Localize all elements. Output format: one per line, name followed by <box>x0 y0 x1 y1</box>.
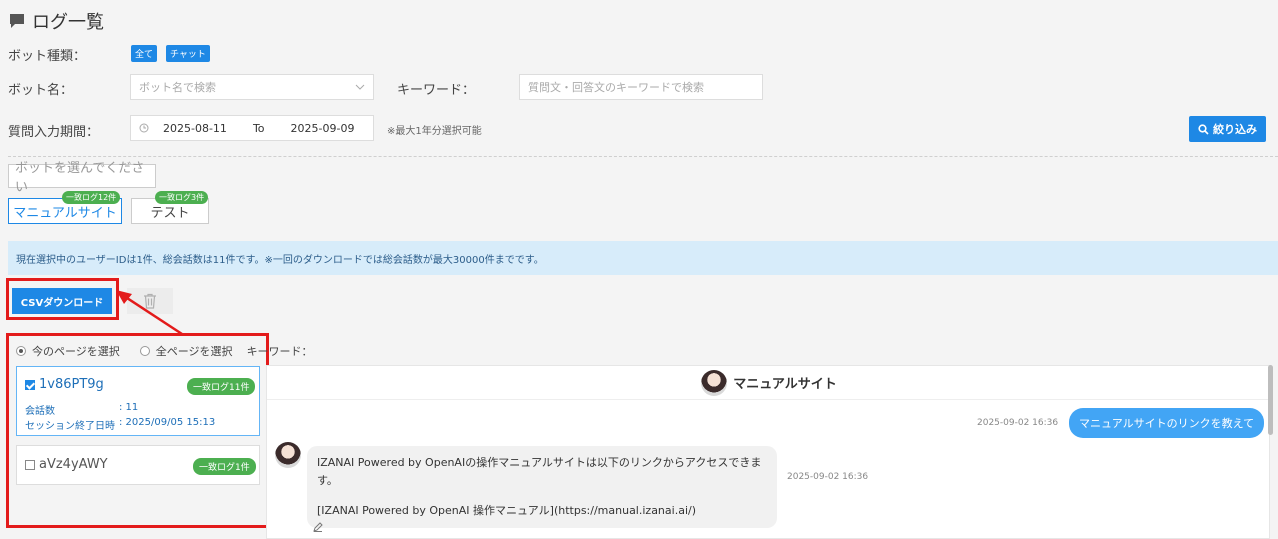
radio-current-page[interactable] <box>16 346 26 356</box>
session-match-badge: 一致ログ1件 <box>193 458 256 475</box>
info-bar: 現在選択中のユーザーIDは1件、総会話数は11件です。※一回のダウンロードでは総… <box>8 241 1278 275</box>
session-checkbox[interactable] <box>25 379 35 390</box>
bot-message-line: [IZANAI Powered by OpenAI 操作マニュアル](https… <box>317 504 696 517</box>
bot-match-badge: 一致ログ12件 <box>62 191 121 204</box>
session-id-row: 1v86PT9g <box>25 377 104 392</box>
bot-select-prompt: ボットを選んでください <box>8 161 156 195</box>
edit-icon[interactable] <box>313 522 323 532</box>
session-id-row: aVz4yAWY <box>25 457 108 472</box>
bot-name-select[interactable]: ボット名で検索 <box>130 74 374 100</box>
selection-keyword-label: キーワード： <box>246 345 313 358</box>
session-id: 1v86PT9g <box>39 377 104 392</box>
user-message-bubble: マニュアルサイトのリンクを教えて <box>1069 408 1265 438</box>
period-note: ※最大1年分選択可能 <box>387 126 482 137</box>
radio-current-page-label: 今のページを選択 <box>32 345 120 358</box>
message-timestamp: 2025-09-02 16:36 <box>977 418 1059 428</box>
bot-message-bubble: IZANAI Powered by OpenAIの操作マニュアルサイトは以下のリ… <box>307 446 777 528</box>
period-label: 質問入力期間： <box>8 125 100 140</box>
bot-name-placeholder: ボット名で検索 <box>139 81 216 94</box>
date-to-label: To <box>252 121 265 135</box>
session-end-label: セッション終了日時 <box>25 421 115 432</box>
filter-search-button[interactable]: 絞り込み <box>1189 116 1266 142</box>
message-timestamp: 2025-09-02 16:36 <box>787 472 869 482</box>
bot-name-label: ボット名： <box>8 83 74 98</box>
session-match-badge: 一致ログ11件 <box>187 378 256 395</box>
divider <box>8 156 1278 157</box>
bot-type-tag-all[interactable]: 全て <box>131 45 158 62</box>
bot-message-line: IZANAI Powered by OpenAIの操作マニュアルサイトは以下のリ… <box>317 456 762 487</box>
chevron-down-icon <box>355 84 365 90</box>
page-title-text: ログ一覧 <box>32 12 104 33</box>
chat-bubble-icon <box>10 14 24 28</box>
annotation-arrow <box>116 290 183 336</box>
chat-panel: マニュアルサイト 2025-09-02 16:36 マニュアルサイトのリンクを教… <box>266 365 1271 539</box>
bot-type-label: ボット種類： <box>8 49 87 64</box>
session-card[interactable]: aVz4yAWY 一致ログ1件 <box>16 445 260 485</box>
date-to: 2025-09-09 <box>290 121 355 135</box>
bot-type-tag-chat[interactable]: チャット <box>166 45 210 62</box>
date-range-input[interactable]: 2025-08-11 To 2025-09-09 <box>130 115 374 141</box>
session-count-value: : 11 <box>119 402 139 413</box>
page-title: ログ一覧 <box>8 8 104 34</box>
selection-row: 今のページを選択 全ページを選択 キーワード： <box>16 343 313 359</box>
radio-all-pages[interactable] <box>139 346 150 356</box>
session-count-label: 会話数 <box>25 406 55 417</box>
bot-avatar <box>275 442 301 468</box>
bot-button-label: テスト <box>150 205 190 221</box>
bot-match-badge: 一致ログ3件 <box>155 191 209 204</box>
csv-download-button[interactable]: CSVダウンロード <box>12 288 112 314</box>
session-card[interactable]: 1v86PT9g 一致ログ11件 会話数 : 11 セッション終了日時 : 20… <box>16 366 260 436</box>
keyword-label: キーワード： <box>397 83 476 98</box>
session-checkbox[interactable] <box>25 459 35 470</box>
bot-avatar <box>701 369 728 396</box>
chat-header: マニュアルサイト <box>267 366 1271 400</box>
clock-icon <box>139 123 149 133</box>
chat-scrollbar[interactable] <box>1268 365 1273 435</box>
chat-header-title: マニュアルサイト <box>733 377 837 392</box>
keyword-placeholder: 質問文・回答文のキーワードで検索 <box>528 81 704 94</box>
bot-button-label: マニュアルサイト <box>13 205 117 221</box>
radio-all-pages-label: 全ページを選択 <box>155 345 233 358</box>
session-end-value: : 2025/09/05 15:13 <box>119 417 216 428</box>
search-icon <box>1198 123 1209 135</box>
date-from: 2025-08-11 <box>163 121 227 135</box>
filter-search-label: 絞り込み <box>1213 123 1257 136</box>
keyword-input[interactable]: 質問文・回答文のキーワードで検索 <box>519 74 763 100</box>
session-id: aVz4yAWY <box>39 457 108 472</box>
